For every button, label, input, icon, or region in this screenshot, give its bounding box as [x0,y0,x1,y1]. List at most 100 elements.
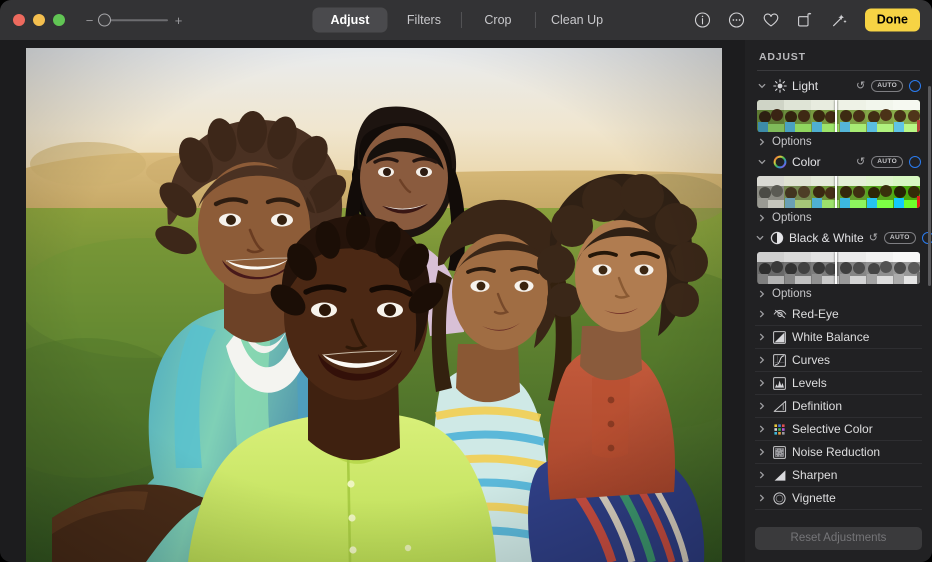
zoom-slider-control[interactable]: − + [85,14,183,27]
sidebar-item-red-eye[interactable]: Red-Eye [755,303,922,326]
auto-button-light[interactable]: AUTO [871,80,903,92]
filmstrip-thumb[interactable] [839,252,866,284]
filmstrip-playhead[interactable] [835,100,837,132]
tab-adjust[interactable]: Adjust [313,8,387,32]
filmstrip-playhead[interactable] [835,176,837,208]
white-balance-icon [772,330,787,345]
noise-reduction-icon [772,445,787,460]
red-eye-icon [772,307,787,322]
group-light[interactable]: Light ↺ AUTO [755,75,922,97]
filmstrip-thumb[interactable] [757,176,784,208]
filmstrip-thumb[interactable] [893,252,920,284]
close-window-button[interactable] [13,14,25,26]
tab-filters[interactable]: Filters [387,8,461,32]
filmstrip-thumb[interactable] [784,100,811,132]
done-button[interactable]: Done [865,9,920,32]
sidebar-item-levels[interactable]: Levels [755,372,922,395]
more-options-icon[interactable] [727,10,747,30]
zoom-in-icon[interactable]: + [174,14,183,27]
filmstrip-thumb[interactable] [757,252,784,284]
reset-adjustments-button[interactable]: Reset Adjustments [755,527,922,550]
chevron-right-icon[interactable] [756,379,767,387]
color-options-row[interactable]: Options [755,208,922,227]
revert-icon[interactable]: ↺ [856,157,865,168]
zoom-out-icon[interactable]: − [85,14,94,27]
adjust-sidebar: ADJUST Light ↺ AUTO [745,40,932,562]
brightness-sun-icon [772,79,787,94]
filmstrip-playhead[interactable] [835,252,837,284]
chevron-right-icon[interactable] [756,290,767,298]
black-white-icon [769,231,784,246]
chevron-right-icon[interactable] [756,425,767,433]
filmstrip-thumb[interactable] [866,176,893,208]
light-filmstrip[interactable] [757,100,920,132]
sharpen-icon [772,468,787,483]
sidebar-item-label: Curves [792,353,921,367]
favorite-heart-icon[interactable] [761,10,781,30]
filmstrip-thumb[interactable] [866,100,893,132]
rotate-icon[interactable] [795,10,815,30]
minimize-window-button[interactable] [33,14,45,26]
levels-icon [772,376,787,391]
group-controls: ↺ AUTO [856,80,921,92]
auto-button-color[interactable]: AUTO [871,156,903,168]
black-white-options-row[interactable]: Options [755,284,922,303]
revert-icon[interactable]: ↺ [856,81,865,92]
color-filmstrip[interactable] [757,176,920,208]
black-white-filmstrip[interactable] [757,252,920,284]
sidebar-item-sharpen[interactable]: Sharpen [755,464,922,487]
chevron-right-icon[interactable] [756,310,767,318]
zoom-slider-knob[interactable] [98,14,111,27]
light-options-row[interactable]: Options [755,132,922,151]
group-color[interactable]: Color ↺ AUTO [755,151,922,173]
options-label: Options [772,288,812,300]
sidebar-item-vignette[interactable]: Vignette [755,487,922,510]
filmstrip-thumb[interactable] [757,100,784,132]
sidebar-title: ADJUST [755,40,922,70]
toolbar: − + Adjust Filters Crop Clean Up [0,0,932,40]
revert-icon[interactable]: ↺ [869,233,878,244]
auto-button-black-and-white[interactable]: AUTO [884,232,916,244]
chevron-right-icon[interactable] [756,494,767,502]
chevron-right-icon[interactable] [756,402,767,410]
info-icon[interactable] [693,10,713,30]
sidebar-item-white-balance[interactable]: White Balance [755,326,922,349]
sidebar-item-curves[interactable]: Curves [755,349,922,372]
sidebar-item-label: Vignette [792,491,921,505]
group-label-color: Color [792,155,851,169]
toggle-color[interactable] [909,156,921,168]
filmstrip-thumb[interactable] [893,176,920,208]
photo-editor-window: − + Adjust Filters Crop Clean Up [0,0,932,562]
chevron-right-icon[interactable] [756,471,767,479]
filmstrip-thumb[interactable] [839,100,866,132]
chevron-right-icon[interactable] [756,333,767,341]
chevron-right-icon[interactable] [756,214,767,222]
group-black-and-white[interactable]: Black & White ↺ AUTO [755,227,922,249]
sidebar-item-definition[interactable]: Definition [755,395,922,418]
filmstrip-thumb[interactable] [893,100,920,132]
curves-icon [772,353,787,368]
zoom-window-button[interactable] [53,14,65,26]
chevron-right-icon[interactable] [756,448,767,456]
chevron-down-icon[interactable] [756,234,764,242]
toggle-light[interactable] [909,80,921,92]
sidebar-item-selective-color[interactable]: Selective Color [755,418,922,441]
filmstrip-thumb[interactable] [866,252,893,284]
filmstrip-thumb[interactable] [784,176,811,208]
filmstrip-thumb[interactable] [839,176,866,208]
photo-canvas-area [0,40,745,562]
zoom-slider-track[interactable] [100,18,168,22]
tab-clean-up[interactable]: Clean Up [535,8,619,32]
sidebar-divider [757,70,920,71]
chevron-down-icon[interactable] [756,158,767,166]
photo-canvas[interactable] [26,48,722,562]
tab-crop[interactable]: Crop [461,8,535,32]
chevron-right-icon[interactable] [756,356,767,364]
sidebar-item-noise-reduction[interactable]: Noise Reduction [755,441,922,464]
chevron-down-icon[interactable] [756,82,767,90]
sidebar-item-label: Red-Eye [792,307,921,321]
auto-enhance-wand-icon[interactable] [829,10,849,30]
filmstrip-thumb[interactable] [784,252,811,284]
chevron-right-icon[interactable] [756,138,767,146]
sidebar-scrollbar[interactable] [928,86,931,286]
